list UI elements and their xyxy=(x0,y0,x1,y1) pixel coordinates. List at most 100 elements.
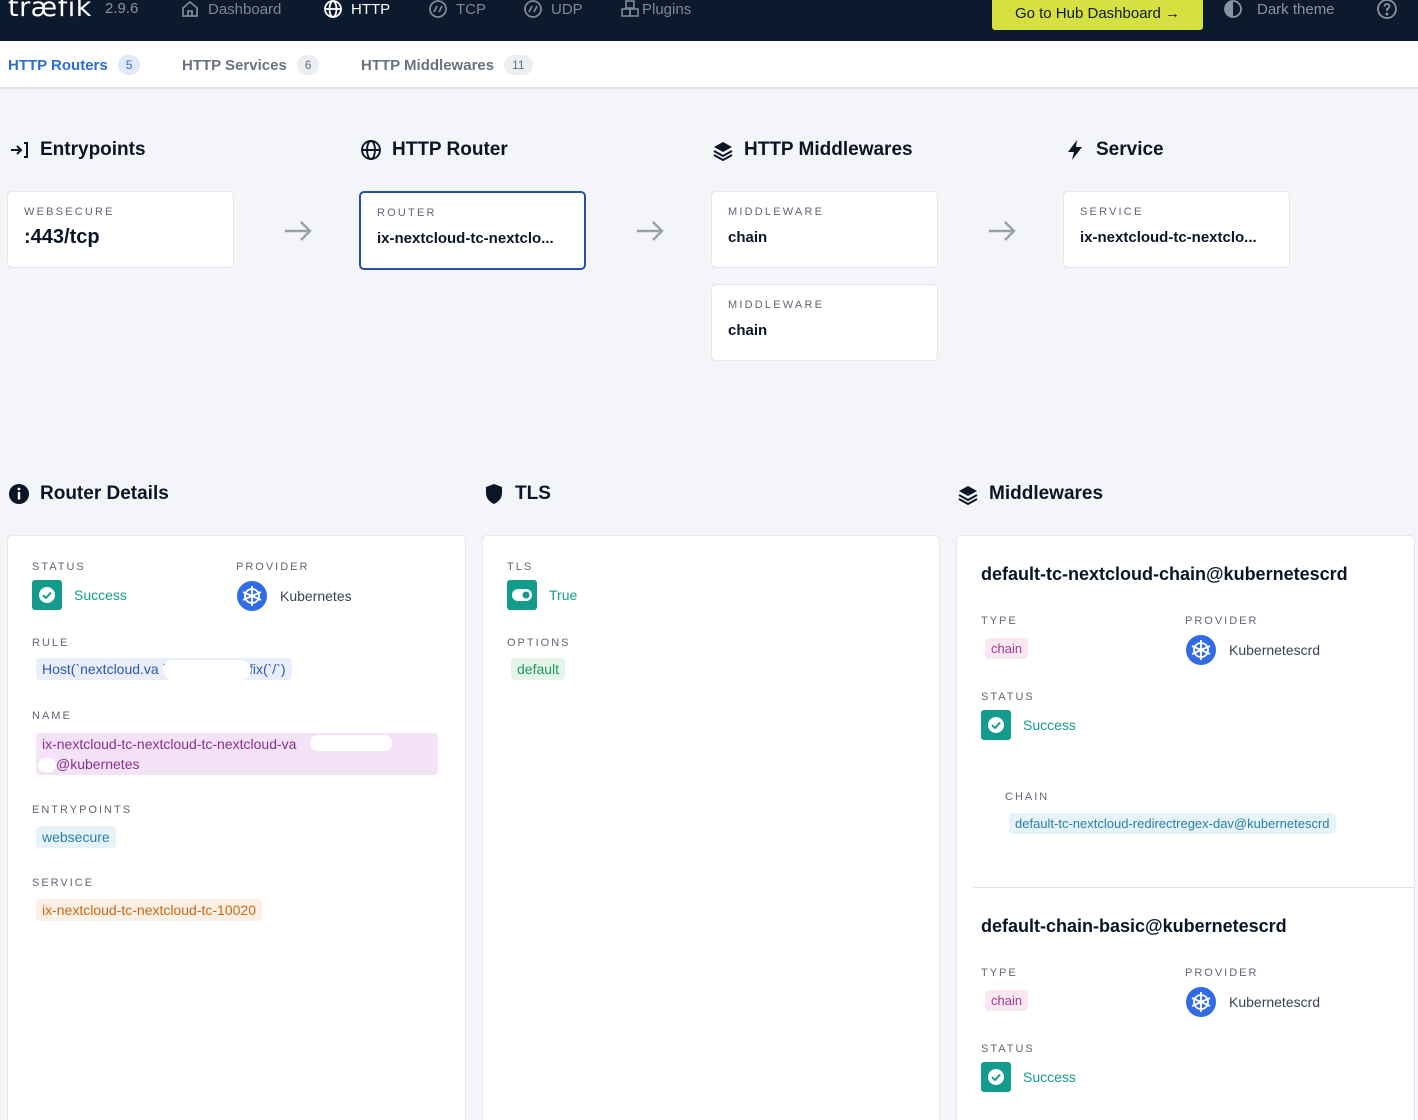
go-to-hub-button[interactable]: Go to Hub Dashboard → xyxy=(992,0,1203,30)
tcp-icon xyxy=(429,0,447,18)
service-heading: Service xyxy=(1064,139,1164,161)
tab-http-services-count: 6 xyxy=(296,55,320,75)
login-arrow-icon xyxy=(11,142,28,158)
tls-enabled: True xyxy=(507,580,577,610)
tab-http-middlewares[interactable]: HTTP Middlewares 11 xyxy=(361,53,533,77)
entrypoints-label: ENTRYPOINTS xyxy=(32,804,133,816)
tab-http-routers[interactable]: HTTP Routers 5 xyxy=(8,53,141,77)
router-card[interactable]: ROUTER ix-nextcloud-tc-nextclo... xyxy=(359,191,586,270)
tab-http-middlewares-count: 11 xyxy=(504,55,533,75)
nav-udp-label: UDP xyxy=(551,0,583,18)
provider-kubernetescrd: Kubernetescrd xyxy=(1185,634,1320,666)
status-value: Success xyxy=(74,587,127,603)
info-icon xyxy=(9,484,29,504)
service-label: SERVICE xyxy=(1080,206,1144,218)
provider-label: PROVIDER xyxy=(236,561,310,573)
provider-label: PROVIDER xyxy=(1185,967,1259,979)
traefik-logo[interactable]: træfik xyxy=(8,0,92,23)
tls-panel: TLS True OPTIONS default xyxy=(482,535,940,1120)
status-label: STATUS xyxy=(32,561,86,573)
entrypoints-title: Entrypoints xyxy=(40,139,146,160)
provider-value: Kubernetes xyxy=(280,588,352,604)
status-success: Success xyxy=(981,1062,1076,1092)
middleware-name[interactable]: default-tc-nextcloud-chain@kubernetescrd xyxy=(981,564,1348,585)
middleware-card[interactable]: MIDDLEWARE chain xyxy=(711,191,938,268)
nav-tcp-label: TCP xyxy=(456,0,486,18)
check-icon xyxy=(32,580,62,610)
status-success: Success xyxy=(32,580,127,610)
check-icon xyxy=(981,710,1011,740)
options-label: OPTIONS xyxy=(507,637,571,649)
middleware-card[interactable]: MIDDLEWARE chain xyxy=(711,284,938,361)
http-middlewares-heading: HTTP Middlewares xyxy=(712,139,913,161)
half-circle-icon xyxy=(1224,0,1242,18)
nav-http[interactable]: HTTP xyxy=(323,0,390,20)
middlewares-title: Middlewares xyxy=(989,483,1104,504)
nav-tcp[interactable]: TCP xyxy=(428,0,486,20)
status-value: Success xyxy=(1023,1069,1076,1085)
redaction-mark xyxy=(163,660,251,680)
entrypoint-value: :443/tcp xyxy=(24,226,100,248)
service-chip[interactable]: ix-nextcloud-tc-nextcloud-tc-10020 xyxy=(36,899,262,921)
service-value: ix-nextcloud-tc-nextclo... xyxy=(1080,229,1257,246)
arrow-right-icon xyxy=(989,221,1016,241)
service-title: Service xyxy=(1096,139,1164,160)
type-label: TYPE xyxy=(981,615,1018,627)
middleware-name[interactable]: default-chain-basic@kubernetescrd xyxy=(981,916,1287,937)
dark-theme-toggle[interactable]: Dark theme xyxy=(1223,0,1335,20)
entrypoints-heading: Entrypoints xyxy=(8,139,146,161)
name-label: NAME xyxy=(32,710,72,722)
globe-icon xyxy=(324,0,342,18)
options-chip: default xyxy=(511,658,566,680)
service-detail-label: SERVICE xyxy=(32,877,95,889)
nav-plugins-label: Plugins xyxy=(642,0,692,18)
chain-chip[interactable]: default-tc-nextcloud-redirectregex-dav@k… xyxy=(1009,813,1336,834)
type-chip: chain xyxy=(985,990,1029,1011)
type-chip: chain xyxy=(985,638,1029,659)
help-icon[interactable] xyxy=(1376,0,1398,20)
http-router-title: HTTP Router xyxy=(392,139,508,160)
router-value: ix-nextcloud-tc-nextclo... xyxy=(377,230,554,247)
lightning-icon xyxy=(1068,140,1082,160)
entrypoint-card[interactable]: WEBSECURE :443/tcp xyxy=(7,191,234,268)
home-icon xyxy=(182,0,198,17)
middleware-label: MIDDLEWARE xyxy=(728,299,825,311)
tls-heading: TLS xyxy=(483,483,551,505)
provider-kubernetes: Kubernetes xyxy=(236,580,352,612)
type-label: TYPE xyxy=(981,967,1018,979)
http-middlewares-title: HTTP Middlewares xyxy=(744,139,913,160)
nav-http-label: HTTP xyxy=(351,0,391,18)
entrypoint-label: WEBSECURE xyxy=(24,206,115,218)
provider-value: Kubernetescrd xyxy=(1229,994,1321,1010)
plugins-icon xyxy=(621,0,639,17)
kubernetes-icon xyxy=(237,581,267,611)
nav-udp[interactable]: UDP xyxy=(523,0,583,20)
tab-http-services-label: HTTP Services xyxy=(182,56,287,74)
divider xyxy=(973,887,1414,888)
router-details-title: Router Details xyxy=(40,483,169,504)
middlewares-panel: default-tc-nextcloud-chain@kubernetescrd… xyxy=(956,535,1415,1120)
layers-icon xyxy=(713,142,733,161)
tab-http-middlewares-label: HTTP Middlewares xyxy=(361,56,495,74)
kubernetes-icon xyxy=(1186,987,1216,1017)
middleware-value: chain xyxy=(728,229,768,246)
tls-label: TLS xyxy=(507,561,534,573)
entrypoints-chip[interactable]: websecure xyxy=(36,826,116,848)
nav-dashboard[interactable]: Dashboard xyxy=(180,0,281,20)
top-navbar: træfik 2.9.6 Dashboard HTTP TCP UDP Plug… xyxy=(0,0,1418,41)
nav-dashboard-label: Dashboard xyxy=(208,0,282,18)
nav-plugins[interactable]: Plugins xyxy=(620,0,691,20)
http-router-heading: HTTP Router xyxy=(360,139,508,161)
tab-http-services[interactable]: HTTP Services 6 xyxy=(182,53,320,77)
tls-value: True xyxy=(549,587,578,603)
provider-label: PROVIDER xyxy=(1185,615,1259,627)
middleware-label: MIDDLEWARE xyxy=(728,206,825,218)
service-card[interactable]: SERVICE ix-nextcloud-tc-nextclo... xyxy=(1063,191,1290,268)
status-success: Success xyxy=(981,710,1076,740)
status-label: STATUS xyxy=(981,691,1035,703)
kubernetes-icon xyxy=(1186,635,1216,665)
rule-label: RULE xyxy=(32,637,70,649)
router-details-panel: STATUS Success PROVIDER Kubernetes RULE … xyxy=(7,535,466,1120)
dark-theme-label: Dark theme xyxy=(1257,0,1335,18)
tls-title: TLS xyxy=(515,483,551,504)
